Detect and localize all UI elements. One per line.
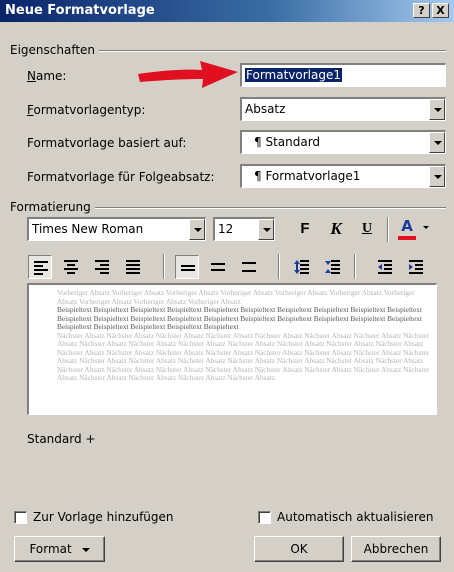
cancel-button[interactable]: Abbrechen [351, 536, 441, 562]
based-on-label: Formatvorlage basiert auf: [27, 136, 187, 150]
toolbar-separator [163, 254, 165, 279]
font-select[interactable]: Times New Roman [27, 217, 206, 241]
line-spacing-single-icon [181, 265, 195, 271]
decrease-indent-icon [378, 260, 392, 274]
style-description: Standard + [27, 432, 96, 446]
space-before-decrease-icon [325, 260, 340, 274]
close-button[interactable]: X [432, 3, 449, 18]
chevron-down-icon[interactable] [429, 132, 445, 153]
based-on-select[interactable]: ¶ Standard [240, 130, 446, 154]
space-before-increase-icon [294, 260, 309, 274]
auto-update-label[interactable]: Automatisch aktualisieren [277, 510, 433, 524]
toolbar-separator [278, 254, 280, 279]
style-type-value: Absatz [245, 102, 286, 116]
align-left-button[interactable] [28, 255, 52, 279]
line-spacing-double-icon [242, 262, 256, 272]
toolbar-separator [387, 217, 389, 242]
style-name-value: Formatvorlage1 [245, 68, 342, 82]
preview-sample-text: Beispieltext Beispieltext Beispieltext B… [57, 305, 422, 331]
chevron-down-icon [81, 547, 90, 552]
following-style-select[interactable]: ¶ Formatvorlage1 [240, 164, 446, 188]
chevron-down-icon[interactable] [258, 219, 274, 240]
line-spacing-onehalf-icon [211, 263, 225, 271]
style-type-select[interactable]: Absatz [240, 97, 446, 121]
line-spacing-double-button[interactable] [237, 255, 261, 279]
font-color-bar [398, 236, 416, 240]
font-color-icon: A [401, 217, 413, 235]
font-size-value: 12 [218, 222, 234, 236]
increase-indent-button[interactable] [404, 255, 428, 279]
line-spacing-onehalf-button[interactable] [206, 255, 230, 279]
chevron-down-icon[interactable] [429, 99, 445, 120]
font-size-select[interactable]: 12 [213, 217, 275, 241]
italic-button[interactable]: K [324, 217, 348, 241]
align-right-icon [95, 260, 109, 274]
add-to-template-label[interactable]: Zur Vorlage hinzufügen [33, 510, 174, 524]
preview-previous-paragraph: Vorheriger Absatz Vorheriger Absatz Vorh… [57, 288, 415, 306]
dialog-title: Neue Formatvorlage [5, 3, 155, 18]
based-on-value: ¶ Standard [254, 135, 321, 149]
chevron-down-icon[interactable] [189, 219, 205, 240]
title-bar: Neue Formatvorlage ? X [0, 0, 454, 22]
ok-button[interactable]: OK [254, 536, 344, 562]
align-left-icon [34, 261, 48, 275]
following-style-label: Formatvorlage für Folgeabsatz: [27, 170, 215, 184]
space-before-decrease-button[interactable] [321, 255, 345, 279]
annotation-arrow-icon [138, 61, 238, 88]
toolbar-separator [354, 254, 356, 279]
bold-button[interactable]: F [293, 217, 317, 241]
format-button-label: Format [29, 542, 72, 556]
auto-update-checkbox[interactable] [258, 511, 271, 524]
space-before-increase-button[interactable] [290, 255, 314, 279]
following-style-value: ¶ Formatvorlage1 [254, 169, 361, 183]
justify-icon [126, 260, 140, 274]
decrease-indent-button[interactable] [373, 255, 397, 279]
name-label: Name: [27, 69, 67, 83]
format-menu-button[interactable]: Format [14, 536, 105, 562]
style-type-label: Formatvorlagentyp: [27, 103, 146, 117]
justify-button[interactable] [121, 255, 145, 279]
align-center-button[interactable] [59, 255, 83, 279]
formatting-group-label: Formatierung [10, 200, 95, 214]
align-right-button[interactable] [90, 255, 114, 279]
chevron-down-icon[interactable] [429, 166, 445, 187]
font-value: Times New Roman [32, 222, 144, 236]
preview-next-paragraph: Nächster Absatz Nächster Absatz Nächster… [57, 330, 430, 382]
line-spacing-single-button[interactable] [175, 255, 199, 279]
chevron-down-icon[interactable] [423, 226, 429, 229]
increase-indent-icon [409, 260, 423, 274]
underline-button[interactable]: U [355, 217, 379, 241]
help-button[interactable]: ? [413, 3, 430, 18]
style-preview: Vorheriger Absatz Vorheriger Absatz Vorh… [27, 283, 437, 415]
align-center-icon [64, 260, 78, 274]
style-name-input[interactable]: Formatvorlage1 [240, 63, 446, 87]
font-color-button[interactable]: A [395, 214, 419, 240]
add-to-template-checkbox[interactable] [14, 511, 27, 524]
properties-group-label: Eigenschaften [10, 43, 100, 57]
